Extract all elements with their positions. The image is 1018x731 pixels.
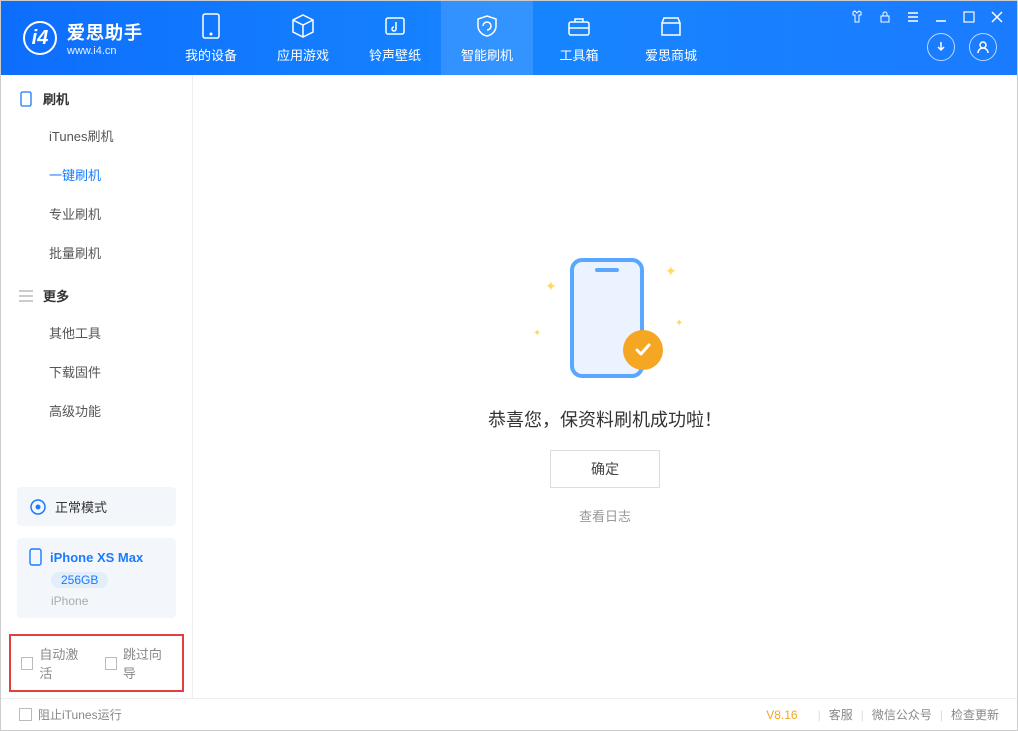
body: 刷机 iTunes刷机 一键刷机 专业刷机 批量刷机 更多 其他工具 下载固件 … — [1, 75, 1017, 698]
main-content: ✦ ✦ ✦ ✦ 恭喜您，保资料刷机成功啦！ 确定 查看日志 — [193, 75, 1017, 698]
divider: | — [940, 708, 943, 722]
nav-label: 智能刷机 — [461, 45, 513, 64]
nav-label: 工具箱 — [559, 45, 598, 64]
sidebar-item-advanced[interactable]: 高级功能 — [1, 391, 192, 430]
version-label: V8.16 — [766, 708, 797, 722]
device-name: iPhone XS Max — [50, 550, 143, 565]
device-panel[interactable]: iPhone XS Max 256GB iPhone — [17, 538, 176, 618]
checkbox-label: 自动激活 — [39, 644, 88, 682]
bottom-options-highlight: 自动激活 跳过向导 — [9, 634, 184, 692]
close-icon[interactable] — [989, 9, 1005, 25]
nav-smart-flash[interactable]: 智能刷机 — [441, 1, 533, 75]
app-logo-icon: i4 — [23, 21, 57, 55]
nav-toolbox[interactable]: 工具箱 — [533, 1, 625, 75]
sidebar-item-batch-flash[interactable]: 批量刷机 — [1, 233, 192, 272]
divider: | — [818, 708, 821, 722]
success-illustration: ✦ ✦ ✦ ✦ — [515, 248, 695, 388]
phone-icon — [198, 13, 224, 39]
nav-label: 我的设备 — [185, 45, 237, 64]
user-button[interactable] — [969, 33, 997, 61]
menu-icon[interactable] — [905, 9, 921, 25]
nav-ringtones-wallpapers[interactable]: 铃声壁纸 — [349, 1, 441, 75]
app-name: 爱思助手 — [67, 19, 143, 45]
maximize-icon[interactable] — [961, 9, 977, 25]
checkbox-icon — [21, 657, 33, 670]
checkbox-label: 跳过向导 — [123, 644, 172, 682]
nav-my-device[interactable]: 我的设备 — [165, 1, 257, 75]
shirt-icon[interactable] — [849, 9, 865, 25]
list-icon — [19, 289, 33, 303]
sidebar-section-flash: 刷机 — [1, 75, 192, 116]
sparkle-icon: ✦ — [675, 318, 683, 329]
sparkle-icon: ✦ — [665, 263, 677, 280]
sidebar-section-more: 更多 — [1, 272, 192, 313]
sidebar-item-oneclick-flash[interactable]: 一键刷机 — [1, 155, 192, 194]
sidebar-item-download-firmware[interactable]: 下载固件 — [1, 352, 192, 391]
minimize-icon[interactable] — [933, 9, 949, 25]
nav-store[interactable]: 爱思商城 — [625, 1, 717, 75]
device-type: iPhone — [51, 594, 164, 608]
device-mode-panel[interactable]: 正常模式 — [17, 487, 176, 526]
window-controls — [849, 9, 1005, 25]
app-url: www.i4.cn — [67, 45, 143, 57]
nav-label: 爱思商城 — [645, 45, 697, 64]
nav-label: 应用游戏 — [277, 45, 329, 64]
toolbox-icon — [566, 13, 592, 39]
divider: | — [861, 708, 864, 722]
ok-button[interactable]: 确定 — [550, 450, 660, 488]
download-button[interactable] — [927, 33, 955, 61]
footer-link-wechat[interactable]: 微信公众号 — [872, 706, 932, 723]
check-badge-icon — [623, 330, 663, 370]
sparkle-icon: ✦ — [545, 278, 557, 295]
titlebar: i4 爱思助手 www.i4.cn 我的设备 应用游戏 铃声壁纸 智能刷机 工具… — [1, 1, 1017, 75]
titlebar-actions — [927, 33, 997, 61]
lock-icon[interactable] — [877, 9, 893, 25]
device-small-icon — [19, 92, 33, 106]
app-logo-block: i4 爱思助手 www.i4.cn — [1, 19, 165, 57]
sidebar-item-pro-flash[interactable]: 专业刷机 — [1, 194, 192, 233]
sparkle-icon: ✦ — [533, 328, 541, 339]
store-icon — [658, 13, 684, 39]
nav-apps-games[interactable]: 应用游戏 — [257, 1, 349, 75]
sidebar-section-label: 刷机 — [43, 89, 69, 108]
sidebar: 刷机 iTunes刷机 一键刷机 专业刷机 批量刷机 更多 其他工具 下载固件 … — [1, 75, 193, 698]
block-itunes-checkbox[interactable]: 阻止iTunes运行 — [19, 706, 122, 723]
cube-icon — [290, 13, 316, 39]
music-folder-icon — [382, 13, 408, 39]
mode-label: 正常模式 — [55, 497, 107, 516]
success-message: 恭喜您，保资料刷机成功啦！ — [488, 406, 722, 432]
checkbox-icon — [105, 657, 117, 670]
checkbox-icon — [19, 708, 32, 721]
skip-guide-checkbox[interactable]: 跳过向导 — [105, 644, 173, 682]
device-phone-icon — [29, 548, 42, 566]
refresh-shield-icon — [474, 13, 500, 39]
view-log-link[interactable]: 查看日志 — [579, 506, 631, 525]
sidebar-section-label: 更多 — [43, 286, 69, 305]
sidebar-item-other-tools[interactable]: 其他工具 — [1, 313, 192, 352]
checkbox-label: 阻止iTunes运行 — [38, 706, 122, 723]
nav-label: 铃声壁纸 — [369, 45, 421, 64]
auto-activate-checkbox[interactable]: 自动激活 — [21, 644, 89, 682]
footer-link-support[interactable]: 客服 — [829, 706, 853, 723]
footer-link-update[interactable]: 检查更新 — [951, 706, 999, 723]
footer: 阻止iTunes运行 V8.16 | 客服 | 微信公众号 | 检查更新 — [1, 698, 1017, 730]
main-nav: 我的设备 应用游戏 铃声壁纸 智能刷机 工具箱 爱思商城 — [165, 1, 717, 75]
mode-icon — [29, 498, 47, 516]
sidebar-item-itunes-flash[interactable]: iTunes刷机 — [1, 116, 192, 155]
device-capacity: 256GB — [51, 572, 108, 588]
